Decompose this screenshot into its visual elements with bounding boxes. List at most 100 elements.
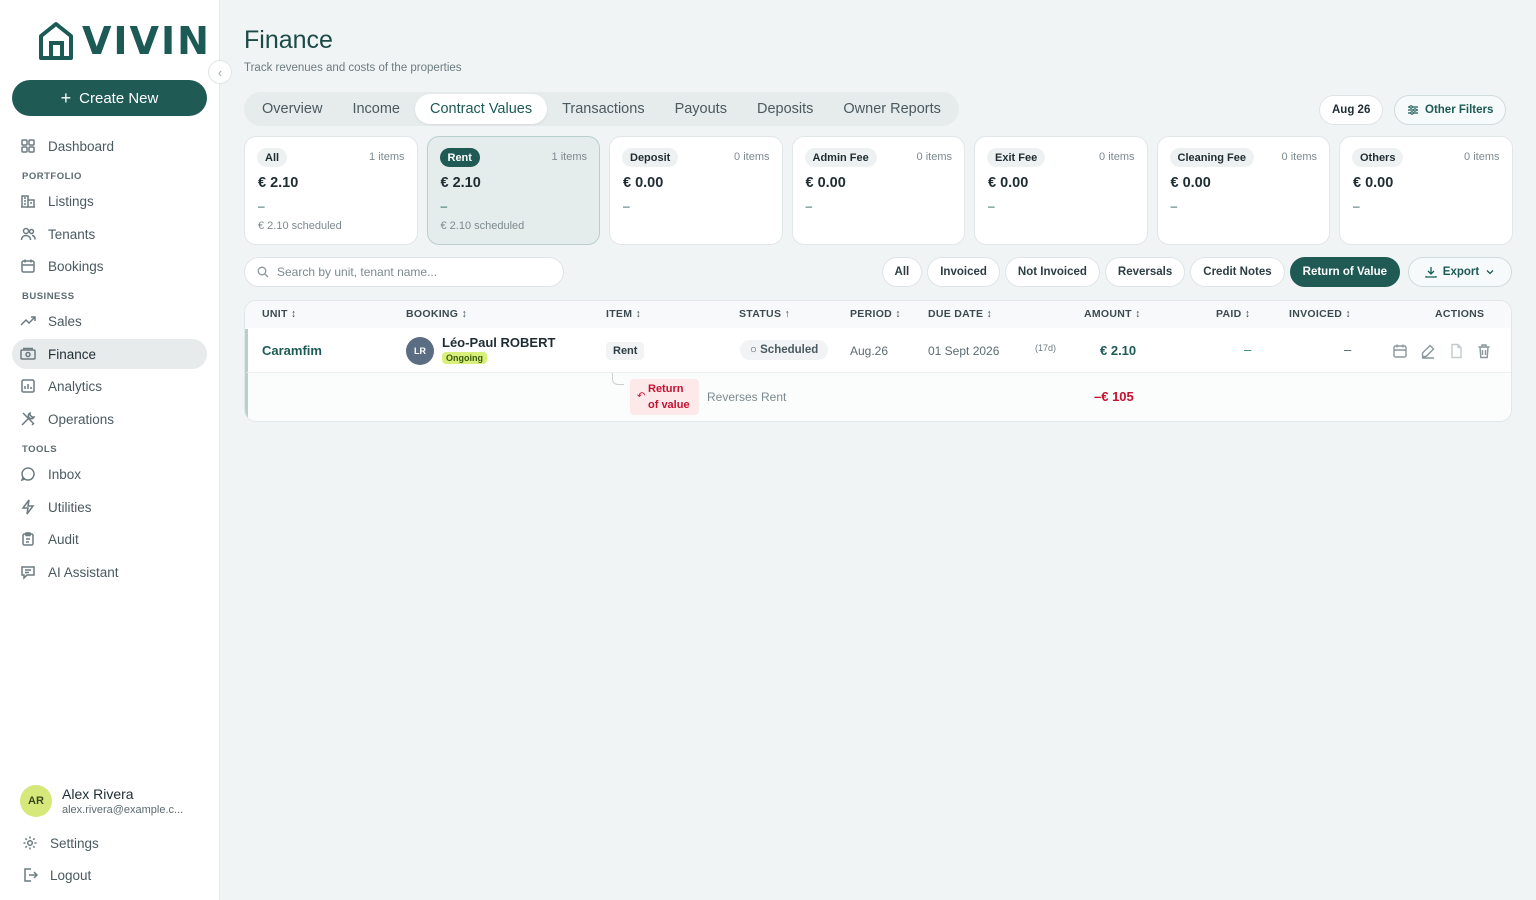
other-filters-button[interactable]: Other Filters [1394, 95, 1507, 125]
card-amount: € 0.00 [1353, 175, 1394, 191]
column-header-invoiced[interactable]: INVOICED ↕ [1289, 308, 1351, 320]
sidebar-item-audit[interactable]: Audit [12, 524, 207, 554]
search-input[interactable]: Search by unit, tenant name... [244, 257, 564, 287]
edit-icon [1421, 344, 1435, 359]
tab-deposits[interactable]: Deposits [742, 94, 828, 124]
sidebar-item-utilities[interactable]: Utilities [12, 492, 207, 522]
reverses-description: Reverses Rent [707, 390, 787, 404]
tag-line-2: of value [648, 399, 690, 411]
summary-card-all[interactable]: All 1 items € 2.10 – € 2.10 scheduled [244, 136, 418, 245]
logout-label: Logout [50, 867, 92, 883]
edit-action-button[interactable] [1420, 343, 1436, 359]
chip-invoiced[interactable]: Invoiced [927, 257, 1000, 287]
tab-transactions[interactable]: Transactions [547, 94, 659, 124]
brand-logo[interactable]: VIVIN [36, 20, 211, 62]
sidebar-item-dashboard[interactable]: Dashboard [12, 131, 207, 161]
logout-link[interactable]: Logout [14, 860, 209, 890]
search-icon [257, 266, 269, 278]
card-dash: – [440, 199, 448, 213]
sidebar-item-label: Listings [48, 193, 94, 209]
summary-card-exit-fee[interactable]: Exit Fee 0 items € 0.00 – [974, 136, 1148, 245]
tab-overview[interactable]: Overview [247, 94, 337, 124]
sidebar-item-listings[interactable]: Listings [12, 186, 207, 216]
export-label: Export [1442, 266, 1480, 278]
delete-action-button[interactable] [1476, 343, 1492, 359]
unit-link[interactable]: Caramfim [262, 343, 322, 358]
card-dash: – [1170, 199, 1178, 213]
chevron-down-icon [1486, 270, 1494, 275]
sidebar-item-label: Bookings [48, 258, 104, 274]
sidebar-item-label: Utilities [48, 499, 92, 515]
summary-card-deposit[interactable]: Deposit 0 items € 0.00 – [609, 136, 783, 245]
card-count: 0 items [1099, 151, 1135, 163]
create-new-label: Create New [79, 89, 159, 107]
tab-contract-values[interactable]: Contract Values [415, 94, 548, 124]
table-sub-row[interactable]: Return of value ↶ Reverses Rent –€ 105 [245, 373, 1511, 421]
chip-credit-notes[interactable]: Credit Notes [1190, 257, 1285, 287]
summary-card-others[interactable]: Others 0 items € 0.00 – [1339, 136, 1513, 245]
card-count: 0 items [734, 151, 770, 163]
page-title: Finance [244, 26, 333, 54]
sidebar-item-label: Operations [48, 411, 115, 427]
column-header-amount[interactable]: AMOUNT ↕ [1084, 308, 1141, 320]
chip-not-invoiced[interactable]: Not Invoiced [1004, 257, 1100, 287]
sidebar-item-ai-assistant[interactable]: AI Assistant [12, 557, 207, 587]
schedule-action-button[interactable] [1392, 343, 1408, 359]
summary-card-admin-fee[interactable]: Admin Fee 0 items € 0.00 – [791, 136, 965, 245]
chip-reversals[interactable]: Reversals [1104, 257, 1186, 287]
booking-name[interactable]: Léo-Paul ROBERT [442, 335, 555, 350]
sidebar-item-inbox[interactable]: Inbox [12, 459, 207, 489]
column-header-item[interactable]: ITEM ↕ [606, 308, 641, 320]
sidebar-item-sales[interactable]: Sales [12, 306, 207, 336]
document-action-button[interactable] [1448, 343, 1464, 359]
trash-icon [1478, 344, 1490, 359]
summary-cards: All 1 items € 2.10 – € 2.10 scheduled Re… [244, 136, 1513, 245]
sidebar-item-bookings[interactable]: Bookings [12, 251, 207, 281]
tab-payouts[interactable]: Payouts [660, 94, 742, 124]
tab-owner-reports[interactable]: Owner Reports [828, 94, 956, 124]
chip-all[interactable]: All [881, 257, 923, 287]
user-name: Alex Rivera [62, 786, 134, 802]
summary-card-cleaning-fee[interactable]: Cleaning Fee 0 items € 0.00 – [1156, 136, 1330, 245]
sidebar-item-finance[interactable]: Finance [12, 339, 207, 369]
table-row[interactable]: Caramfim LR Léo-Paul ROBERT Ongoing Rent… [245, 329, 1511, 373]
settings-link[interactable]: Settings [14, 828, 209, 858]
card-label: All [257, 148, 288, 167]
column-header-status[interactable]: STATUS ↑ [739, 308, 790, 320]
column-header-period[interactable]: PERIOD ↕ [850, 308, 901, 320]
tab-income[interactable]: Income [337, 94, 415, 124]
reversal-amount: –€ 105 [1094, 389, 1134, 404]
column-header-paid[interactable]: PAID ↕ [1216, 308, 1250, 320]
card-dash: – [623, 199, 630, 213]
chip-return-of-value[interactable]: Return of Value [1289, 257, 1400, 287]
table-header: UNIT ↕ BOOKING ↕ ITEM ↕ STATUS ↑ PERIOD … [245, 301, 1511, 328]
export-button[interactable]: Export [1408, 257, 1512, 287]
building-icon [21, 195, 35, 208]
sidebar-item-operations[interactable]: Operations [12, 404, 207, 434]
sidebar-item-analytics[interactable]: Analytics [12, 371, 207, 401]
undo-arrow-icon: ↶ [637, 391, 646, 402]
card-amount: € 0.00 [623, 175, 664, 191]
collapse-sidebar-button[interactable]: ‹ [208, 60, 232, 84]
section-label-business: BUSINESS [22, 291, 75, 302]
item-badge: Rent [606, 342, 645, 360]
card-count: 1 items [369, 151, 405, 163]
create-new-button[interactable]: + Create New [12, 80, 207, 116]
date-filter-button[interactable]: Aug 26 [1319, 95, 1384, 125]
plus-icon: + [60, 87, 72, 108]
section-label-portfolio: PORTFOLIO [22, 171, 82, 182]
banknote-icon [20, 347, 36, 360]
card-amount: € 0.00 [988, 175, 1029, 191]
due-date-value: 01 Sept 2026 [928, 344, 1000, 358]
column-header-booking[interactable]: BOOKING ↕ [406, 308, 467, 320]
sidebar-item-tenants[interactable]: Tenants [12, 219, 207, 249]
invoiced-value: – [1344, 342, 1352, 357]
summary-card-rent[interactable]: Rent 1 items € 2.10 – € 2.10 scheduled [426, 136, 600, 245]
column-header-due-date[interactable]: DUE DATE ↕ [928, 308, 992, 320]
period-value: Aug.26 [850, 344, 889, 358]
user-profile[interactable]: AR Alex Rivera alex.rivera@example.c... [20, 785, 197, 817]
card-label: Rent [439, 148, 480, 167]
column-header-unit[interactable]: UNIT ↕ [262, 308, 296, 320]
clipboard-icon [22, 532, 34, 546]
calendar-icon [1393, 344, 1407, 358]
